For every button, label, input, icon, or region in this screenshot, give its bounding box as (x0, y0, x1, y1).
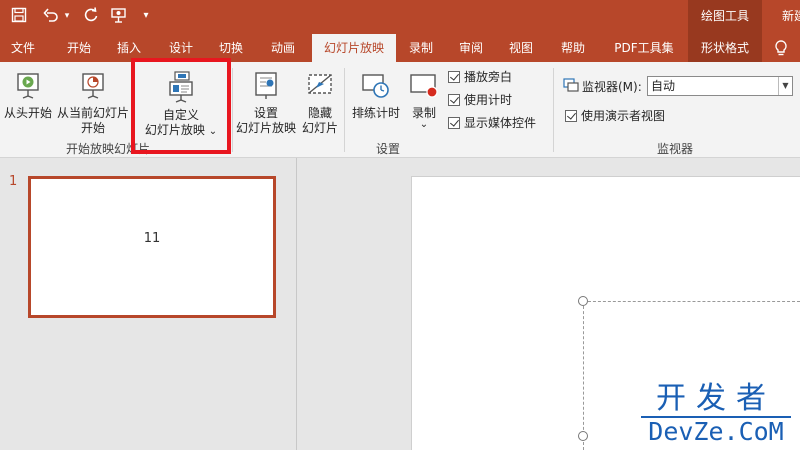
slideshow-from-current-icon (56, 70, 130, 106)
setup-slideshow-label-line1: 设置 (253, 106, 278, 120)
tab-file[interactable]: 文件 (2, 34, 44, 62)
record-button[interactable]: 录制 ⌄ (406, 70, 442, 130)
contextual-tools-header: 绘图工具 (688, 0, 762, 34)
from-current-label-line2: 开始 (80, 121, 105, 135)
checkbox-checked-icon (448, 94, 460, 106)
window-title: 新建 (782, 9, 800, 23)
checkbox-checked-icon (448, 71, 460, 83)
resize-handle-bottom-left[interactable] (578, 431, 588, 441)
presenter-view-checkbox[interactable]: 使用演示者视图 (565, 109, 665, 125)
monitor-select-value: 自动 (651, 79, 676, 93)
chevron-down-icon[interactable]: ▼ (778, 77, 792, 95)
hide-slide-label-line2: 幻灯片 (301, 121, 338, 135)
from-current-label-line1: 从当前幻灯片 (56, 106, 129, 120)
checkbox-checked-icon (448, 117, 460, 129)
group-label-monitors: 监视器 (657, 142, 694, 156)
ribbon-tabs: 文件 开始 插入 设计 切换 动画 幻灯片放映 录制 审阅 视图 帮助 PDF工… (0, 34, 800, 62)
watermark-cn: 开发者 (656, 381, 776, 416)
tab-review[interactable]: 审阅 (450, 34, 492, 62)
from-beginning-button[interactable]: 从头开始 (2, 70, 54, 121)
group-separator (553, 68, 554, 152)
from-beginning-label: 从头开始 (3, 106, 52, 120)
presenter-view-label: 使用演示者视图 (581, 109, 666, 123)
highlight-box (131, 58, 231, 154)
use-timings-checkbox[interactable]: 使用计时 (448, 93, 512, 109)
watermark-logo: 开发者 DevZe.CoM (641, 382, 791, 446)
undo-icon[interactable] (42, 7, 60, 25)
tab-slideshow[interactable]: 幻灯片放映 (312, 34, 396, 62)
rehearse-timings-icon (348, 70, 404, 106)
from-current-button[interactable]: 从当前幻灯片 开始 (56, 70, 130, 136)
group-separator (344, 68, 345, 152)
tab-view[interactable]: 视图 (500, 34, 542, 62)
slideshow-from-beginning-icon (2, 70, 54, 106)
lightbulb-icon[interactable] (772, 39, 790, 57)
slide-number: 1 (9, 174, 18, 189)
show-media-controls-checkbox[interactable]: 显示媒体控件 (448, 116, 536, 132)
monitor-select[interactable]: 自动 ▼ (647, 76, 793, 96)
present-from-start-icon[interactable] (110, 7, 128, 25)
tab-pdf-tools[interactable]: PDF工具集 (606, 34, 682, 62)
group-label-setup: 设置 (376, 142, 401, 156)
ribbon: 从头开始 从当前幻灯片 开始 自定义 幻灯片放映 ⌄ 开始放映幻灯片 设置 幻灯… (0, 62, 800, 158)
group-separator (232, 68, 233, 152)
setup-slideshow-button[interactable]: 设置 幻灯片放映 (234, 70, 298, 136)
tab-help[interactable]: 帮助 (552, 34, 594, 62)
hide-slide-label-line1: 隐藏 (307, 106, 332, 120)
record-icon (406, 70, 442, 106)
setup-slideshow-label-line2: 幻灯片放映 (235, 121, 296, 135)
title-bar: ▾ ▾ 绘图工具 新建 (0, 0, 800, 34)
setup-slideshow-icon (234, 70, 298, 106)
slide-thumbnail-text: 11 (143, 231, 161, 246)
slide-thumbnail[interactable]: 11 (28, 176, 276, 318)
rehearse-timings-button[interactable]: 排练计时 (348, 70, 404, 121)
use-timings-label: 使用计时 (464, 93, 513, 107)
play-narrations-checkbox[interactable]: 播放旁白 (448, 70, 512, 86)
checkbox-checked-icon (565, 110, 577, 122)
monitor-icon (563, 77, 579, 96)
hide-slide-icon (300, 70, 340, 106)
hide-slide-button[interactable]: 隐藏 幻灯片 (300, 70, 340, 136)
resize-handle-top-left[interactable] (578, 296, 588, 306)
monitor-label: 监视器(M): (582, 80, 642, 94)
watermark-en: DevZe.CoM (641, 416, 791, 446)
redo-icon[interactable] (82, 7, 100, 25)
tab-home[interactable]: 开始 (58, 34, 100, 62)
tab-record[interactable]: 录制 (400, 34, 442, 62)
tab-animations[interactable]: 动画 (262, 34, 304, 62)
show-media-controls-label: 显示媒体控件 (464, 116, 537, 130)
chevron-down-icon: ⌄ (419, 119, 429, 130)
undo-dropdown-icon[interactable]: ▾ (62, 7, 72, 25)
play-narrations-label: 播放旁白 (464, 70, 513, 84)
rehearse-timings-label: 排练计时 (351, 106, 400, 120)
tab-shape-format[interactable]: 形状格式 (688, 34, 762, 62)
customize-qat-icon[interactable]: ▾ (140, 7, 152, 25)
save-icon[interactable] (10, 7, 28, 25)
